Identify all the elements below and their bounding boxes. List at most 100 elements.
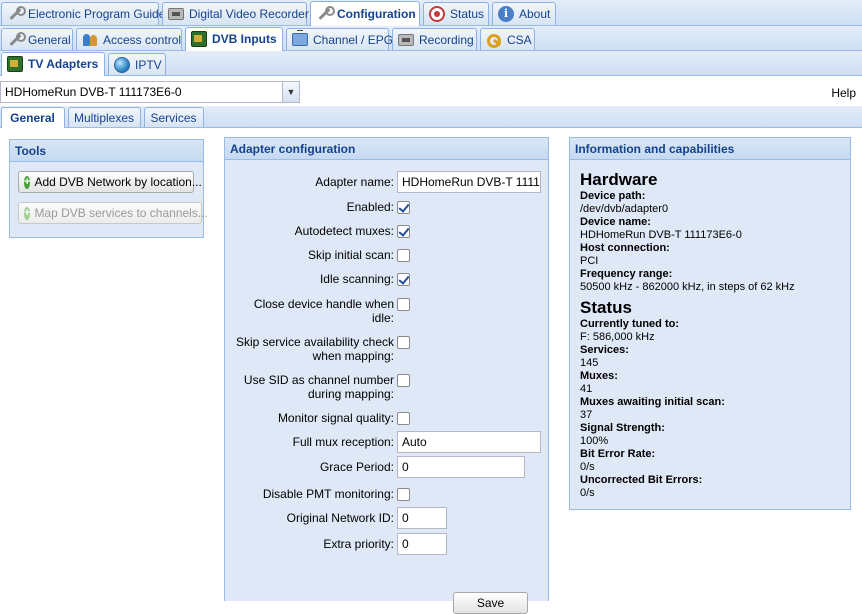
monitor-signal-checkbox[interactable] — [397, 411, 410, 425]
muxes-label: Muxes: — [580, 370, 618, 382]
tab-services[interactable]: Services — [144, 107, 204, 127]
host-connection-value: PCI — [580, 255, 599, 267]
disable-pmt-checkbox[interactable] — [397, 487, 410, 501]
tab-label: General — [28, 32, 71, 47]
tab-label: DVB Inputs — [212, 32, 277, 46]
device-name-value: HDHomeRun DVB-T 111173E6-0 — [580, 229, 742, 241]
adapter-configuration-panel: Adapter configuration Adapter name: HDHo… — [224, 137, 549, 614]
row-full-mux-reception: Full mux reception: Auto — [225, 431, 547, 453]
skip-service-check-label: Skip service availability check when map… — [225, 335, 397, 363]
tab-configuration[interactable]: Configuration — [310, 1, 420, 26]
tab-label: Channel / EPG — [313, 32, 394, 47]
label-line: during mapping: — [307, 387, 394, 401]
map-icon: + — [24, 206, 31, 220]
tab-channel-epg[interactable]: Channel / EPG — [286, 28, 393, 50]
tab-recording[interactable]: Recording — [392, 28, 477, 50]
tab-label: Multiplexes — [73, 110, 135, 125]
button-label: Map DVB services to channels... — [34, 206, 208, 220]
tab-label: Services — [150, 110, 197, 125]
row-extra-priority: Extra priority: 0 — [225, 533, 547, 555]
frequency-range-label: Frequency range: — [580, 268, 673, 280]
card-icon — [7, 56, 23, 72]
add-dvb-network-button[interactable]: + Add DVB Network by location... — [18, 171, 202, 193]
extra-priority-input[interactable]: 0 — [397, 533, 447, 555]
muxes-awaiting-label: Muxes awaiting initial scan: — [580, 396, 725, 408]
information-panel-body: Hardware Device path: /dev/dvb/adapter0 … — [570, 160, 850, 508]
tab-csa[interactable]: CSA — [480, 28, 535, 50]
grace-period-label: Grace Period: — [319, 460, 394, 474]
tab-tv-adapters[interactable]: TV Adapters — [1, 52, 105, 76]
muxes-value: 41 — [580, 383, 593, 395]
idle-scanning-checkbox[interactable] — [397, 272, 410, 286]
full-mux-reception-select[interactable]: Auto — [397, 431, 541, 453]
adapter-sub-tab-bar: General Multiplexes Services — [0, 106, 862, 128]
uncorrected-errors-label: Uncorrected Bit Errors: — [580, 474, 703, 486]
row-disable-pmt: Disable PMT monitoring: — [225, 487, 547, 501]
wrench-icon — [7, 6, 26, 22]
tab-iptv[interactable]: IPTV — [108, 53, 166, 75]
tab-electronic-program-guide[interactable]: Electronic Program Guide — [1, 2, 165, 25]
host-connection-label: Host connection: — [580, 242, 670, 254]
map-dvb-services-button[interactable]: + Map DVB services to channels... — [18, 202, 208, 224]
add-icon: + — [24, 175, 31, 189]
row-original-network-id: Original Network ID: 0 — [225, 507, 547, 529]
services-value: 145 — [580, 357, 599, 369]
tools-panel: Tools + Add DVB Network by location... +… — [9, 139, 208, 238]
close-device-handle-checkbox[interactable] — [397, 297, 410, 311]
tape-icon — [398, 33, 414, 46]
tuned-value: F: 586,000 kHz — [580, 331, 655, 343]
autodetect-muxes-checkbox[interactable] — [397, 224, 410, 238]
grace-period-input[interactable]: 0 — [397, 456, 525, 478]
original-network-id-label: Original Network ID: — [286, 511, 394, 525]
device-path-value: /dev/dvb/adapter0 — [580, 203, 669, 215]
tab-status[interactable]: Status — [423, 2, 489, 25]
adapter-select-value: HDHomeRun DVB-T 111173E6-0 — [5, 85, 182, 99]
tab-label: Configuration — [337, 6, 416, 21]
card-icon — [191, 31, 207, 47]
enabled-checkbox[interactable] — [397, 200, 410, 214]
adapter-name-input[interactable]: HDHomeRun DVB-T 111173E6-0 — [397, 171, 541, 193]
adapter-configuration-title: Adapter configuration — [225, 138, 548, 160]
tab-dvb-inputs[interactable]: DVB Inputs — [185, 27, 283, 51]
tab-label: Electronic Program Guide — [28, 7, 166, 21]
tab-label: Recording — [419, 32, 474, 47]
skip-initial-scan-checkbox[interactable] — [397, 248, 410, 262]
tab-adapter-general[interactable]: General — [1, 107, 65, 128]
info-icon: i — [498, 6, 514, 22]
tab-label: Digital Video Recorder — [189, 7, 309, 21]
enabled-label: Enabled: — [346, 200, 394, 214]
use-sid-checkbox[interactable] — [397, 373, 410, 387]
label-line: Close device handle when — [253, 297, 394, 311]
skip-service-check-checkbox[interactable] — [397, 335, 410, 349]
hardware-heading: Hardware — [580, 170, 658, 189]
uncorrected-errors-value: 0/s — [580, 487, 595, 499]
row-monitor-signal: Monitor signal quality: — [225, 411, 547, 425]
input-tab-bar: TV Adapters IPTV — [0, 51, 862, 76]
help-link[interactable]: Help — [831, 86, 856, 100]
wrench-icon — [316, 5, 335, 22]
label-line: Skip service availability check — [235, 335, 394, 349]
muxes-awaiting-value: 37 — [580, 409, 593, 421]
config-tab-bar: General Access control DVB Inputs Channe… — [0, 26, 862, 51]
button-label: Save — [476, 596, 505, 610]
idle-scanning-label: Idle scanning: — [319, 272, 394, 286]
key-icon — [486, 32, 502, 48]
tab-access-control[interactable]: Access control — [76, 28, 182, 50]
original-network-id-input[interactable]: 0 — [397, 507, 447, 529]
eye-icon — [429, 6, 445, 22]
tab-about[interactable]: i About — [492, 2, 556, 25]
row-idle-scanning: Idle scanning: — [225, 272, 547, 286]
autodetect-muxes-label: Autodetect muxes: — [294, 224, 394, 238]
skip-initial-scan-label: Skip initial scan: — [307, 248, 394, 262]
tab-general[interactable]: General — [1, 28, 73, 50]
save-button[interactable]: Save — [453, 592, 528, 614]
row-skip-service-check: Skip service availability check when map… — [225, 335, 547, 363]
tab-multiplexes[interactable]: Multiplexes — [68, 107, 141, 127]
adapter-select[interactable]: HDHomeRun DVB-T 111173E6-0 ▼ — [0, 81, 300, 103]
chevron-down-icon[interactable]: ▼ — [282, 82, 299, 102]
tab-label: IPTV — [135, 57, 162, 72]
row-adapter-name: Adapter name: HDHomeRun DVB-T 111173E6-0 — [225, 171, 547, 193]
wrench-icon — [7, 31, 26, 48]
tab-label: Status — [450, 7, 485, 21]
tab-digital-video-recorder[interactable]: Digital Video Recorder — [162, 2, 309, 25]
